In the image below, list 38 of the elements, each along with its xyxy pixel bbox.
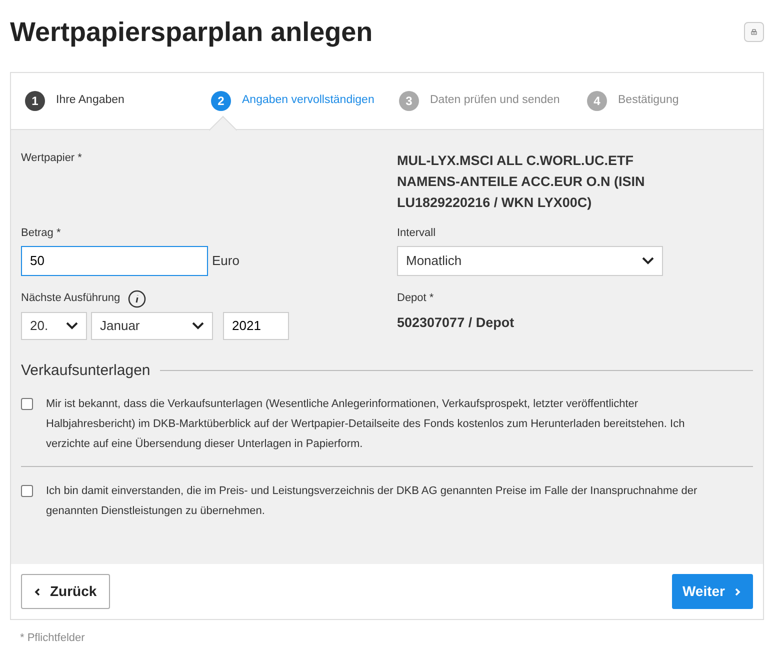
interval-select[interactable]: Monatlich (397, 246, 663, 276)
month-select[interactable]: Januar (91, 312, 213, 340)
step-label: Ihre Angaben (56, 93, 124, 108)
field-label: Nächste Ausführung (21, 291, 120, 306)
consent-checkbox[interactable] (21, 398, 33, 410)
back-button[interactable]: Zurück (21, 574, 110, 609)
step-number: 3 (399, 91, 419, 111)
consent-text: Ich bin damit einverstanden, die im Preis- und Leistungsverzeichnis der DKB AG genannten Preise im Falle der Inanspruchnahme der genannten Dienstleistungen zu übernehmen. (46, 484, 698, 519)
year-input[interactable]: 2021 (223, 312, 289, 340)
step-number: 1 (25, 91, 45, 111)
next-button[interactable]: Weiter (672, 574, 753, 609)
step-number: 4 (587, 91, 607, 111)
print-button[interactable] (744, 22, 764, 42)
chevron-right-icon (735, 588, 741, 596)
amount-input[interactable]: 50 (21, 246, 208, 276)
field-label: Intervall (397, 226, 437, 241)
info-icon[interactable] (128, 290, 146, 308)
day-select[interactable]: 20. (21, 312, 87, 340)
chevron-left-icon (34, 588, 40, 596)
consent-text: Mir ist bekannt, dass die Verkaufsunterlagen (Wesentliche Anlegerinformationen, Verkaufsprospekt, letzter veröffentlichter Halbjahresbericht) im DKB-Marktüberblick auf der Wertpapier-Detailseite des Fonds kostenlos zum Herunterladen bereitstehen. Ich verzichte auf eine Übersendung dieser Unterlagen in Papierform. (46, 397, 686, 452)
step-label: Daten prüfen und senden (430, 93, 560, 108)
field-label: Wertpapier * (21, 151, 83, 166)
chevron-down-icon (642, 256, 654, 264)
field-label: Depot * (397, 290, 435, 306)
step-number: 2 (211, 91, 231, 111)
step-label: Angaben vervollständigen (242, 93, 374, 108)
field-label: Betrag * (21, 226, 62, 241)
chevron-down-icon (192, 322, 204, 330)
step-label: Bestätigung (618, 93, 679, 108)
unit-label: Euro (212, 252, 240, 270)
section-heading: Verkaufsunterlagen (21, 360, 150, 380)
security-name: MUL-LYX.MSCI ALL C.WORL.UC.ETF NAMENS-ANTEILE ACC.EUR O.N (ISIN LU1829220216 / WKN LYX00C) (397, 152, 646, 212)
chevron-down-icon (66, 322, 78, 330)
page-title: Wertpapiersparplan anlegen (10, 16, 373, 48)
footnote: * Pflichtfelder (20, 631, 86, 646)
depot-value: 502307077 / Depot (397, 314, 516, 332)
printer-icon (751, 26, 757, 38)
consent-checkbox[interactable] (21, 485, 33, 497)
